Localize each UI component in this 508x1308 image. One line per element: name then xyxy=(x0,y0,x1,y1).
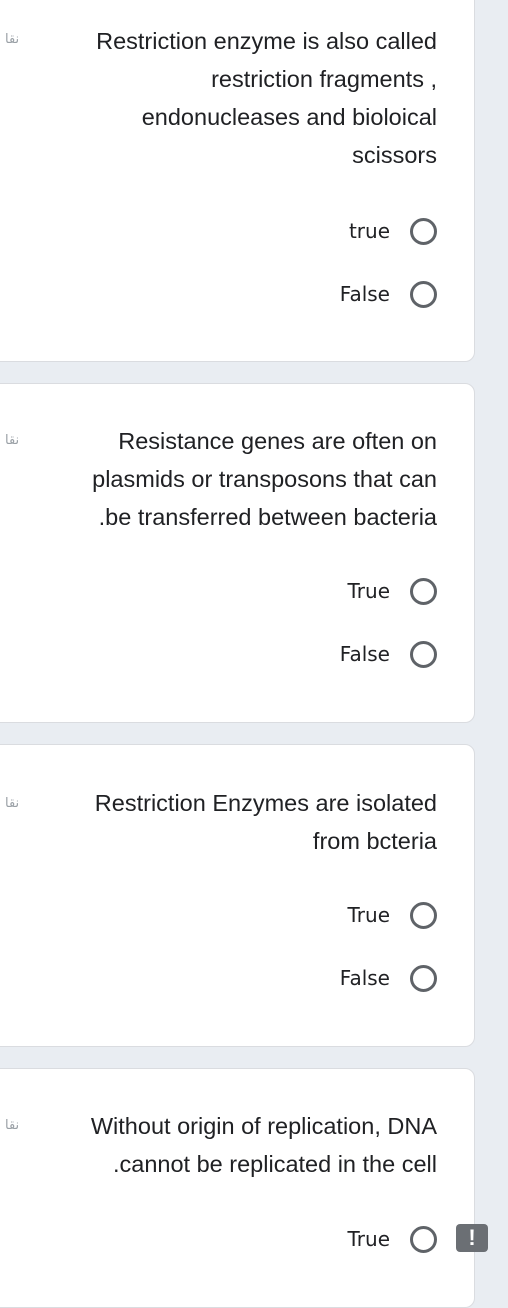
question-card-4: نقا Without origin of replication, DNA .… xyxy=(0,1068,475,1308)
option-label: False xyxy=(339,642,390,666)
option-label: True xyxy=(347,579,390,603)
question-card-2: نقا Resistance genes are often on plasmi… xyxy=(0,383,475,723)
option-label: true xyxy=(348,219,390,243)
radio-button[interactable] xyxy=(410,901,437,929)
option-true[interactable]: True xyxy=(348,898,437,932)
points-label: نقا xyxy=(5,432,20,447)
question-text: Resistance genes are often on plasmids o… xyxy=(92,428,437,530)
question-text: Restriction enzyme is also called restri… xyxy=(96,28,437,168)
radio-button[interactable] xyxy=(410,280,437,308)
points-label: نقا xyxy=(5,31,20,46)
question-card-1: نقا Restriction enzyme is also called re… xyxy=(0,0,475,362)
points-label: نقا xyxy=(5,1117,20,1132)
option-true[interactable]: true xyxy=(349,214,437,248)
radio-button[interactable] xyxy=(410,964,437,992)
radio-button[interactable] xyxy=(410,1225,437,1253)
option-label: False xyxy=(339,282,390,306)
question-card-3: نقا Restriction Enzymes are isolated fro… xyxy=(0,744,475,1047)
radio-button[interactable] xyxy=(410,640,437,668)
radio-button[interactable] xyxy=(410,217,437,245)
option-label: True xyxy=(347,1227,390,1251)
option-label: False xyxy=(339,966,390,990)
option-true[interactable]: True xyxy=(348,1222,437,1256)
option-true[interactable]: True xyxy=(348,574,437,608)
option-false[interactable]: False xyxy=(340,277,437,311)
question-text: Without origin of replication, DNA .cann… xyxy=(90,1113,437,1177)
option-label: True xyxy=(347,903,390,927)
option-false[interactable]: False xyxy=(340,637,437,671)
option-false[interactable]: False xyxy=(340,961,437,995)
question-text: Restriction Enzymes are isolated from bc… xyxy=(94,790,437,854)
radio-button[interactable] xyxy=(410,577,437,605)
points-label: نقا xyxy=(5,795,20,810)
report-issue-icon[interactable]: ! xyxy=(456,1224,488,1252)
